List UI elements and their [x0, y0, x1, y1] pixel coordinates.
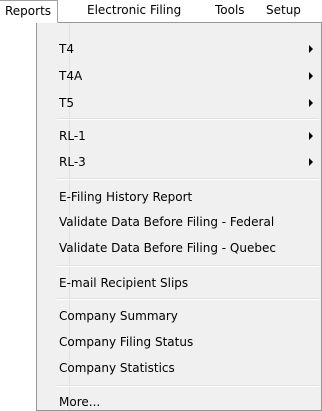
- reports-dropdown-menu: T4 T4A T5 RL-1 RL-3 E-Filing History Rep…: [36, 22, 322, 411]
- menu-separator: [57, 118, 319, 120]
- menu-item-label: RL-3: [59, 155, 86, 169]
- submenu-arrow-icon: [309, 158, 313, 166]
- menu-item-more[interactable]: More...: [37, 390, 321, 411]
- menu-item-company-filing-status[interactable]: Company Filing Status: [37, 330, 321, 354]
- submenu-arrow-icon: [309, 72, 313, 80]
- menu-item-label: Validate Data Before Filing - Quebec: [59, 241, 276, 255]
- menu-item-label: E-Filing History Report: [59, 190, 193, 204]
- menu-item-email-recipient-slips[interactable]: E-mail Recipient Slips: [37, 271, 321, 295]
- menu-item-company-summary[interactable]: Company Summary: [37, 304, 321, 328]
- menu-item-label: Company Summary: [59, 309, 178, 323]
- menu-tools[interactable]: Tools: [209, 0, 251, 23]
- menu-item-label: Company Filing Status: [59, 335, 194, 349]
- submenu-arrow-icon: [309, 132, 313, 140]
- menu-item-rl-3[interactable]: RL-3: [37, 150, 321, 174]
- menu-item-t4[interactable]: T4: [37, 37, 321, 61]
- menu-item-label: Company Statistics: [59, 361, 175, 375]
- menu-item-company-statistics[interactable]: Company Statistics: [37, 356, 321, 380]
- menu-electronic-filing[interactable]: Electronic Filing: [81, 0, 187, 23]
- menu-item-t4a[interactable]: T4A: [37, 64, 321, 88]
- menu-item-validate-quebec[interactable]: Validate Data Before Filing - Quebec: [37, 236, 321, 260]
- menu-separator: [57, 178, 319, 180]
- menu-separator: [57, 298, 319, 300]
- application-screen: Reports Electronic Filing Tools Setup T4…: [0, 0, 322, 411]
- menu-separator: [57, 385, 319, 387]
- menu-separator: [57, 265, 319, 267]
- menu-setup[interactable]: Setup: [260, 0, 307, 23]
- menu-item-label: T4A: [59, 69, 83, 83]
- menu-item-label: T5: [59, 96, 74, 110]
- submenu-arrow-icon: [309, 45, 313, 53]
- menu-item-label: RL-1: [59, 129, 86, 143]
- menu-item-rl-1[interactable]: RL-1: [37, 124, 321, 148]
- menu-bar: Reports Electronic Filing Tools Setup: [0, 0, 322, 23]
- menu-item-label: E-mail Recipient Slips: [59, 276, 189, 290]
- menu-item-label: Validate Data Before Filing - Federal: [59, 215, 275, 229]
- menu-item-e-filing-history-report[interactable]: E-Filing History Report: [37, 185, 321, 209]
- submenu-arrow-icon: [309, 99, 313, 107]
- menu-item-label: More...: [59, 395, 101, 409]
- menu-item-t5[interactable]: T5: [37, 91, 321, 115]
- menu-item-label: T4: [59, 42, 74, 56]
- menu-reports[interactable]: Reports: [0, 0, 59, 23]
- menu-item-validate-federal[interactable]: Validate Data Before Filing - Federal: [37, 210, 321, 234]
